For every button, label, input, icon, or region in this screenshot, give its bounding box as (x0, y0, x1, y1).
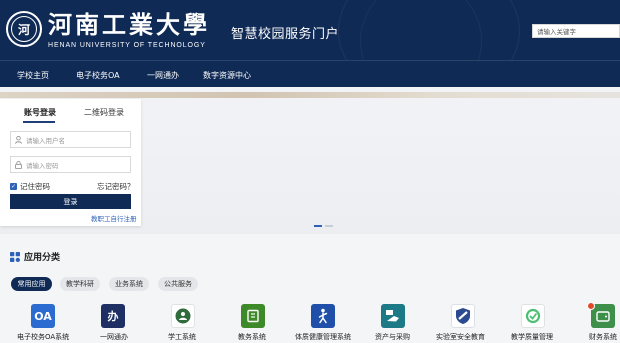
runner-glyph (318, 308, 328, 324)
active-tab-indicator (23, 121, 55, 123)
one-stop-icon[interactable]: 办 (101, 304, 125, 328)
forgot-password-link[interactable]: 忘记密码？ (97, 181, 135, 192)
site-header: 河 河南工業大學 HENAN UNIVERSITY OF TECHNOLOGY … (0, 0, 620, 60)
remember-label: 记住密码 (20, 182, 50, 191)
carousel-dot-2[interactable] (325, 225, 333, 227)
notification-badge (587, 302, 595, 310)
category-teaching-research[interactable]: 教学科研 (60, 277, 100, 291)
academic-affairs-icon[interactable] (241, 304, 265, 328)
quality-glyph (525, 308, 541, 324)
app-label-teaching-quality[interactable]: 教学质量管理 (511, 332, 553, 342)
category-business-systems[interactable]: 业务系统 (109, 277, 149, 291)
section-title: 应用分类 (24, 253, 61, 263)
carousel-indicators (314, 225, 333, 227)
category-common-apps[interactable]: 常用应用 (11, 277, 52, 291)
username-field[interactable]: 请输入用户名 (10, 131, 131, 148)
nav-item-digital-resources[interactable]: 数字资源中心 (203, 70, 251, 81)
assets-procurement-icon[interactable] (381, 304, 405, 328)
app-label-lab-safety[interactable]: 实验室安全教育 (436, 332, 485, 342)
nav-item-one-stop[interactable]: 一网通办 (147, 70, 179, 81)
search-placeholder: 请输入关键字 (537, 28, 576, 36)
emblem-glyph: 河 (11, 16, 37, 42)
app-label-fitness[interactable]: 体质健康管理系统 (295, 332, 351, 342)
app-label-academic-affairs[interactable]: 教务系统 (238, 332, 266, 342)
portal-title: 智慧校园服务门户 (231, 27, 340, 42)
user-icon (15, 135, 22, 144)
remember-password[interactable]: ✓ 记住密码 (10, 181, 50, 192)
banner-image-strip (0, 92, 620, 98)
app-label-student-affairs[interactable]: 学工系统 (168, 332, 196, 342)
nav-item-oa[interactable]: 电子校务OA (76, 70, 120, 81)
shield-glyph (456, 308, 470, 324)
lab-safety-icon[interactable] (451, 304, 475, 328)
nav-item-school-home[interactable]: 学校主页 (17, 70, 49, 81)
staff-register-link[interactable]: 教职工自行注册 (91, 213, 137, 223)
app-section-heading: 应用分类 (10, 250, 60, 263)
tab-account-login[interactable]: 账号登录 (24, 107, 56, 118)
app-label-finance[interactable]: 财务系统 (589, 332, 617, 342)
assets-glyph (386, 310, 399, 322)
login-button[interactable]: 登录 (10, 194, 131, 209)
wallet-glyph (596, 311, 610, 322)
oa-icon[interactable]: OA (31, 304, 55, 328)
teaching-quality-icon[interactable] (521, 304, 545, 328)
password-placeholder: 请输入密码 (26, 161, 59, 170)
app-label-oa[interactable]: 电子校务OA系统 (17, 332, 69, 342)
username-placeholder: 请输入用户名 (26, 136, 65, 145)
tab-qrcode-login[interactable]: 二维码登录 (84, 107, 124, 118)
search-input[interactable]: 请输入关键字 (532, 24, 620, 38)
university-name-en: HENAN UNIVERSITY OF TECHNOLOGY (48, 42, 206, 49)
student-affairs-glyph (175, 308, 191, 324)
remember-checkbox[interactable]: ✓ (10, 183, 17, 190)
category-public-services[interactable]: 公共服务 (158, 277, 198, 291)
main-nav: 学校主页 电子校务OA 一网通办 数字资源中心 (0, 60, 620, 87)
login-tabs: 账号登录 二维码登录 (0, 99, 141, 124)
carousel-dot-1[interactable] (314, 225, 322, 227)
password-field[interactable]: 请输入密码 (10, 156, 131, 173)
student-affairs-icon[interactable] (171, 304, 195, 328)
lock-icon (15, 160, 22, 169)
app-label-assets-procurement[interactable]: 资产与采购 (375, 332, 410, 342)
app-label-one-stop[interactable]: 一网通办 (100, 332, 128, 342)
category-icon (10, 251, 20, 262)
book-glyph (247, 309, 259, 323)
university-emblem-icon[interactable]: 河 (6, 11, 42, 47)
university-name-cn[interactable]: 河南工業大學 (48, 12, 210, 38)
fitness-icon[interactable] (311, 304, 335, 328)
